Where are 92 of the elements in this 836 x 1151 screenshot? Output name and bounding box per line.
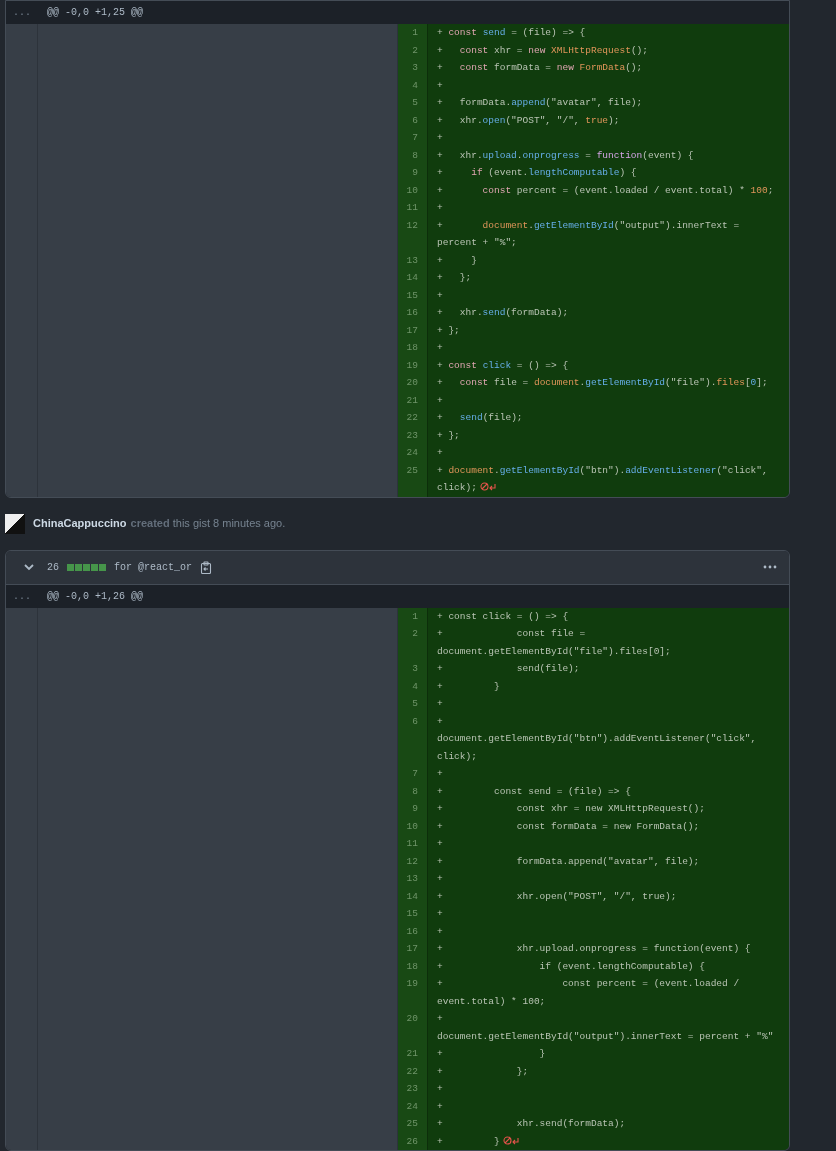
code-line: + — [437, 447, 443, 458]
code-line: + const formData = new FormData(); — [437, 820, 700, 832]
line-number: 11 — [398, 835, 428, 853]
code-line: + document.getElementById("btn").addEventListener("click", click); — [437, 464, 769, 493]
expand-button[interactable]: ... — [6, 588, 38, 604]
code-line: + xhr.send(formData); — [437, 1118, 626, 1129]
line-number: 6 — [398, 712, 428, 765]
code-line: + const send = (file) => { — [437, 785, 631, 797]
code-line: + }; — [437, 429, 460, 441]
code-line: + — [437, 768, 443, 779]
line-number: 2 — [398, 625, 428, 660]
code-line: + if (event.lengthComputable) { — [437, 960, 705, 972]
line-number: 11 — [398, 199, 428, 217]
code-line: + const formData = new FormData(); — [437, 62, 643, 73]
line-number: 18 — [398, 339, 428, 357]
expand-button[interactable]: ... — [6, 5, 38, 20]
code-line: + — [437, 79, 443, 91]
code-line: + const click = () => { — [437, 610, 569, 622]
code-line: + const percent = (event.loaded / event.total) * 100; — [437, 184, 774, 196]
code-line: + — [437, 342, 443, 353]
code-line: + xhr.upload.onprogress = function(event) { — [437, 149, 694, 161]
code-line: + } — [437, 254, 477, 266]
code-line: + — [437, 698, 443, 709]
code-line: + — [437, 394, 443, 406]
line-number: 23 — [398, 1080, 428, 1098]
code-line: + send(file); — [437, 663, 580, 674]
line-number: 16 — [398, 304, 428, 322]
line-number: 3 — [398, 59, 428, 77]
code-line: + const xhr = new XMLHttpRequest(); — [437, 803, 705, 814]
code-line: + formData.append("avatar", file); — [437, 97, 643, 108]
line-number: 3 — [398, 660, 428, 678]
code-line: + } — [437, 1135, 500, 1147]
code-line: + const file = document.getElementById("file").files[0]; — [437, 628, 671, 657]
activity-text: created this gist 8 minutes ago. — [130, 516, 286, 532]
line-number: 22 — [398, 409, 428, 427]
author-link[interactable]: ChinaCappuccino — [33, 515, 127, 532]
copy-icon[interactable] — [200, 560, 213, 574]
line-number: 7 — [398, 765, 428, 783]
code-line: + }; — [437, 272, 472, 283]
line-number: 7 — [398, 129, 428, 147]
code-line: + — [437, 1100, 443, 1112]
line-number: 13 — [398, 870, 428, 888]
code-line: + const file = document.getElementById("file").files[0]; — [437, 377, 768, 388]
line-number: 5 — [398, 94, 428, 112]
line-number: 25 — [398, 1115, 428, 1133]
code-line: + formData.append("avatar", file); — [437, 855, 700, 867]
line-number: 24 — [398, 444, 428, 462]
code-line: + — [437, 1083, 443, 1094]
code-line: + document.getElementById("btn").addEventListener("click", click); — [437, 715, 758, 762]
avatar — [5, 513, 25, 534]
chevron-icon[interactable] — [23, 561, 35, 573]
line-number: 25 — [398, 461, 428, 497]
code-line: + } — [437, 1048, 546, 1059]
file-name: for @react_or — [114, 560, 193, 575]
line-number: 15 — [398, 905, 428, 923]
code-line: + — [437, 838, 443, 849]
line-number: 20 — [398, 374, 428, 392]
line-number: 5 — [398, 695, 428, 713]
code-line: + } — [437, 680, 500, 692]
code-line: + — [437, 132, 443, 143]
line-number: 1 — [398, 24, 428, 42]
line-number: 14 — [398, 269, 428, 287]
code-line: + xhr.open("POST", "/", true); — [437, 890, 677, 902]
code-line: + xhr.open("POST", "/", true); — [437, 114, 620, 126]
code-line: + send(file); — [437, 412, 523, 423]
code-line: + — [437, 873, 443, 884]
more-options-icon[interactable] — [763, 565, 777, 569]
line-number: 20 — [398, 1010, 428, 1045]
code-line: + const click = () => { — [437, 359, 569, 371]
code-line: + — [437, 908, 443, 919]
code-line: + }; — [437, 1065, 529, 1077]
code-line: + xhr.send(formData); — [437, 307, 569, 318]
line-number: 9 — [398, 800, 428, 818]
code-line: + — [437, 289, 443, 301]
line-number: 17 — [398, 940, 428, 958]
code-line: + xhr.upload.onprogress = function(event) { — [437, 943, 751, 954]
line-number: 12 — [398, 216, 428, 252]
change-count: 26 — [47, 560, 59, 575]
code-line: + document.getElementById("output").innerText = percent + "%"; — [437, 219, 741, 248]
code-line: + — [437, 925, 443, 937]
line-number: 9 — [398, 164, 428, 182]
line-number: 21 — [398, 1045, 428, 1063]
code-line: + const xhr = new XMLHttpRequest(); — [437, 44, 648, 56]
code-line: + if (event.lengthComputable) { — [437, 167, 637, 178]
code-line: + const percent = (event.loaded / event.total) * 100; — [437, 978, 741, 1007]
code-line: + — [437, 202, 443, 213]
code-line: + }; — [437, 324, 460, 336]
code-line: + const send = (file) => { — [437, 27, 586, 38]
hunk-header: @@ -0,0 +1,25 @@ — [47, 6, 143, 20]
line-number: 19 — [398, 975, 428, 1010]
code-line: + document.getElementById("output").innerText = percent + "%" — [437, 1013, 774, 1042]
hunk-header: @@ -0,0 +1,26 @@ — [47, 589, 143, 604]
